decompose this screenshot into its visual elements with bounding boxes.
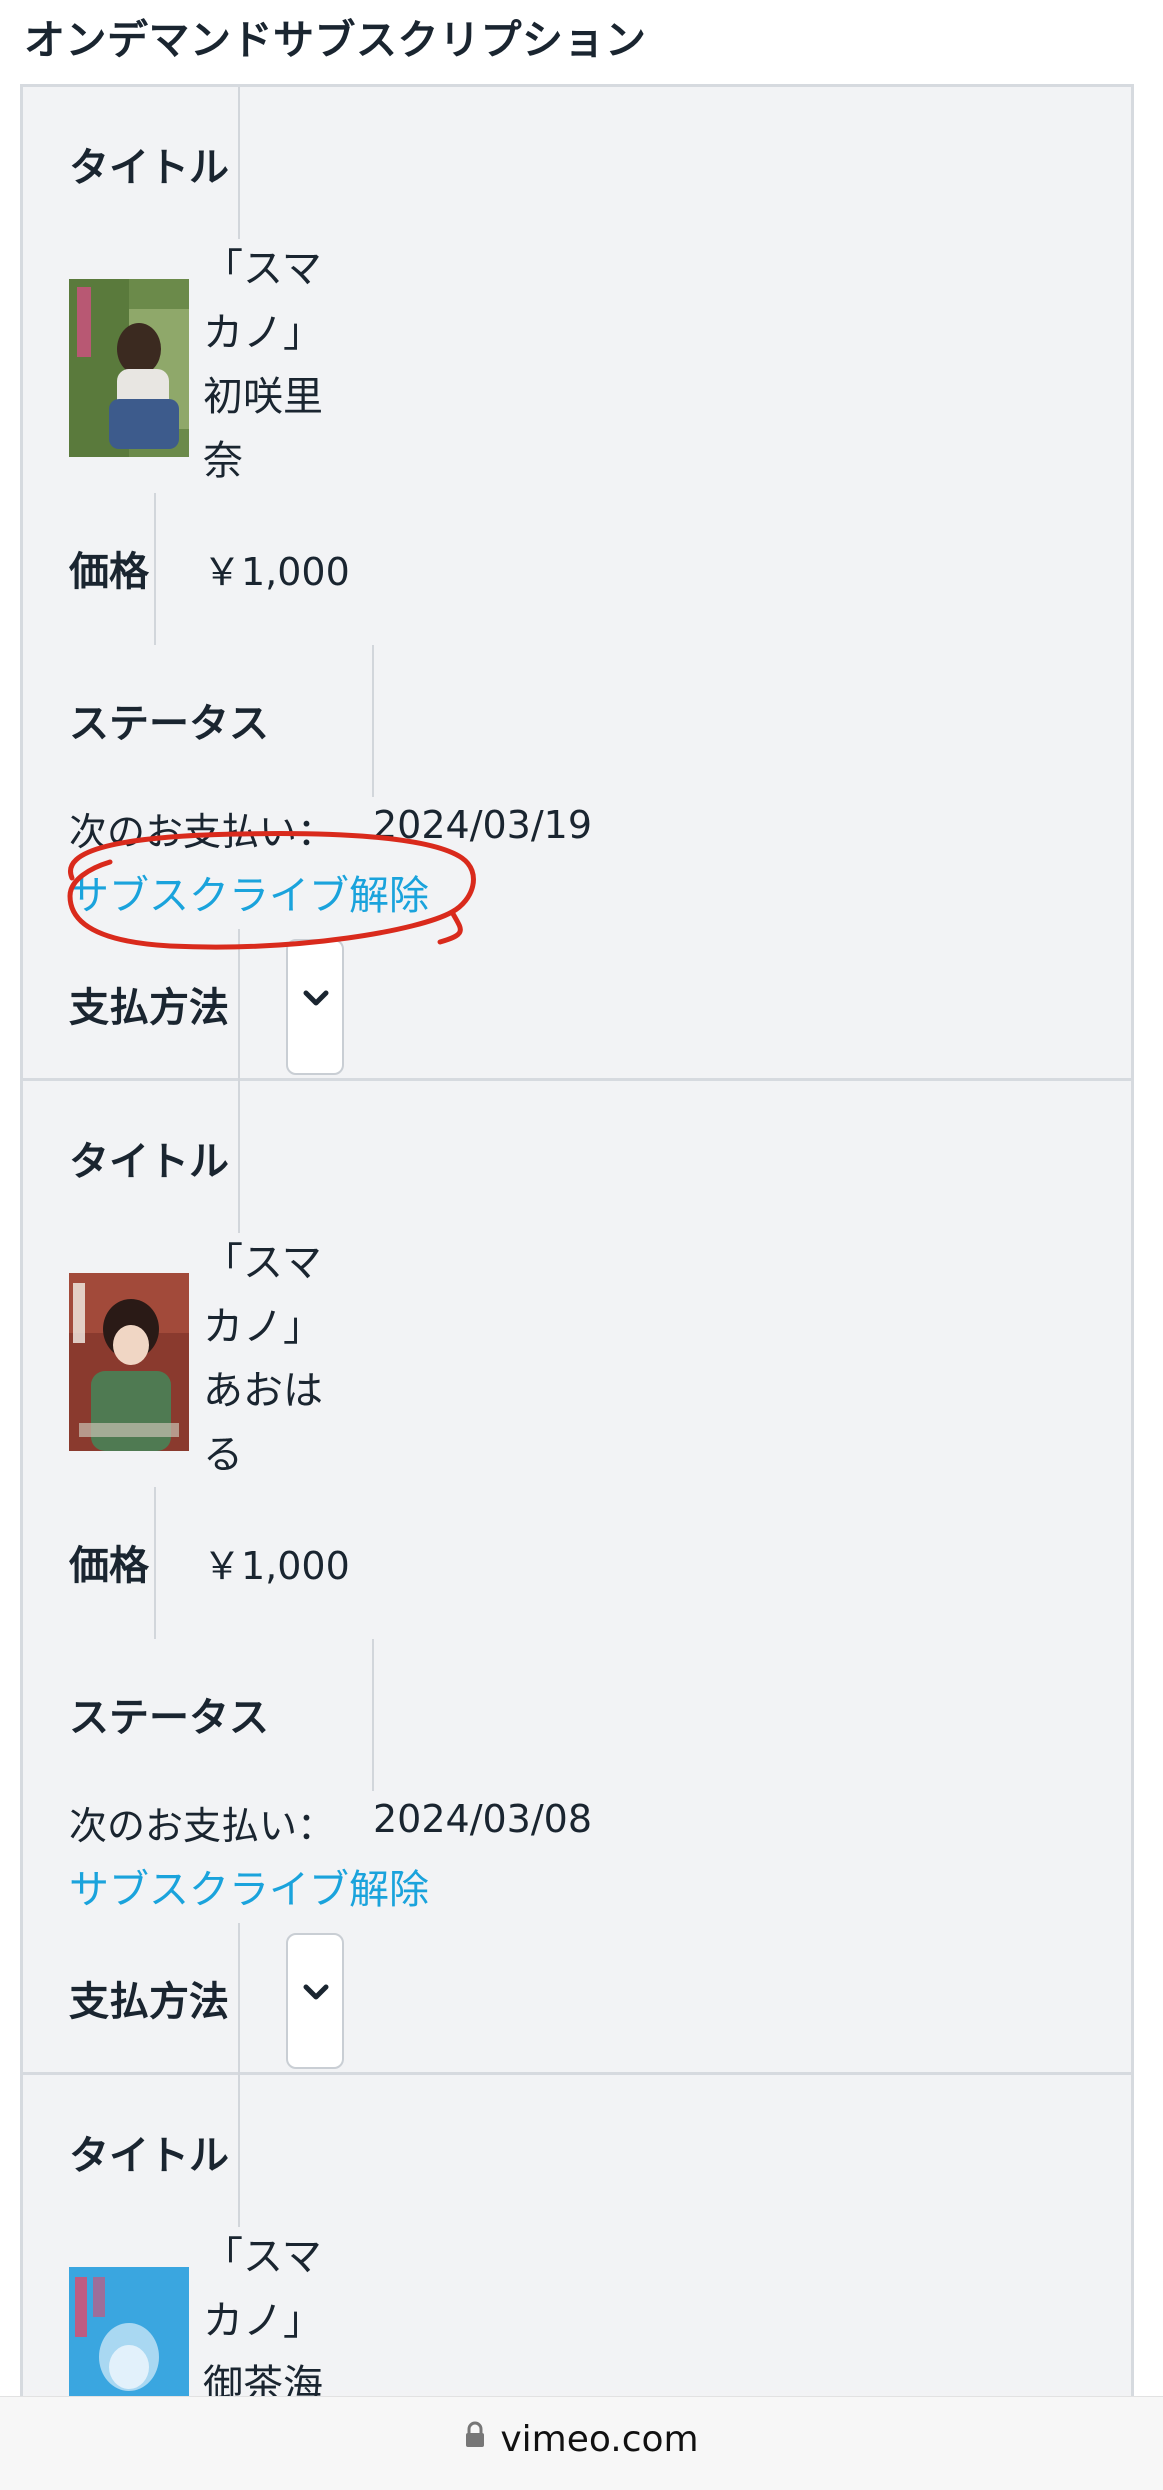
- payment-method-label: 支払方法: [69, 985, 229, 1031]
- thumbnail-image[interactable]: [69, 1273, 189, 1451]
- next-payment-date: 2024/03/19: [373, 803, 593, 847]
- subscription-row: タイトル 「スマ カノ」 初咲里 奈 価格 ￥1,000 ステータス 次のお支払…: [23, 87, 1131, 1081]
- lock-icon: [464, 2417, 486, 2458]
- title-label: タイトル: [69, 1139, 229, 1185]
- subscription-title[interactable]: 「スマ カノ」 あおは る: [203, 1231, 333, 1487]
- price-value: ￥1,000: [203, 1544, 350, 1588]
- title-label: タイトル: [69, 2133, 229, 2179]
- price-value: ￥1,000: [203, 550, 350, 594]
- page-title: オンデマンドサブスクリプション: [24, 16, 647, 64]
- unsubscribe-link[interactable]: サブスクライブ解除: [69, 863, 429, 921]
- status-label: ステータス: [69, 701, 269, 747]
- subscriptions-table: タイトル 「スマ カノ」 初咲里 奈 価格 ￥1,000 ステータス 次のお支払…: [20, 84, 1134, 2404]
- subscription-row: タイトル 「スマ カノ」 あおは る 価格 ￥1,000 ステータス 次のお支払…: [23, 1081, 1131, 2075]
- status-label: ステータス: [69, 1695, 269, 1741]
- title-label: タイトル: [69, 145, 229, 191]
- thumbnail-image[interactable]: [69, 2267, 189, 2404]
- address-domain: vimeo.com: [500, 2419, 699, 2460]
- payment-method-label: 支払方法: [69, 1979, 229, 2025]
- chevron-down-icon: [303, 990, 329, 1006]
- next-payment-label: 次のお支払い：: [69, 810, 336, 854]
- price-label: 価格: [69, 1543, 149, 1589]
- payment-method-select[interactable]: [286, 939, 344, 1075]
- price-label: 価格: [69, 549, 149, 595]
- subscription-row: タイトル 「スマ カノ」 御茶海: [23, 2075, 1131, 2404]
- next-payment-date: 2024/03/08: [373, 1797, 593, 1841]
- thumbnail-image[interactable]: [69, 279, 189, 457]
- subscription-title[interactable]: 「スマ カノ」 御茶海: [203, 2225, 333, 2404]
- chevron-down-icon: [303, 1984, 329, 2000]
- payment-method-select[interactable]: [286, 1933, 344, 2069]
- next-payment-label: 次のお支払い：: [69, 1804, 336, 1848]
- subscription-title[interactable]: 「スマ カノ」 初咲里 奈: [203, 237, 333, 493]
- address-bar[interactable]: vimeo.com: [0, 2396, 1163, 2490]
- unsubscribe-link[interactable]: サブスクライブ解除: [69, 1857, 429, 1915]
